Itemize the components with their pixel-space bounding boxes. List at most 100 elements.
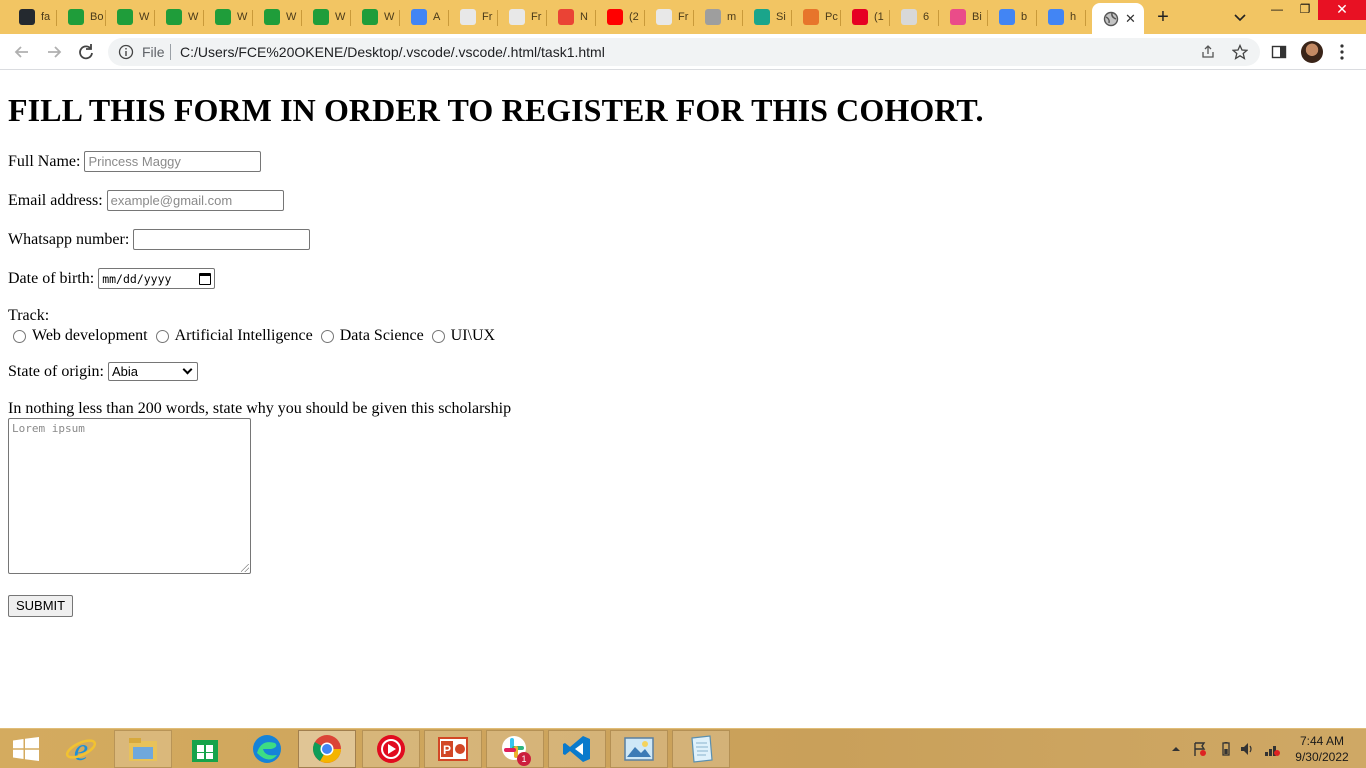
browser-tab[interactable]: W xyxy=(351,4,400,30)
tab-title: W xyxy=(139,11,150,23)
url-divider xyxy=(170,44,171,60)
browser-tab[interactable]: (2 xyxy=(596,4,645,30)
essay-label-row: In nothing less than 200 words, state wh… xyxy=(8,400,511,418)
vscode-icon[interactable] xyxy=(548,730,606,768)
submit-button[interactable]: SUBMIT xyxy=(8,595,74,617)
ie-icon[interactable]: e xyxy=(52,730,110,768)
share-icon[interactable] xyxy=(1200,44,1216,60)
browser-tab[interactable]: Fr xyxy=(645,4,694,30)
photos-icon[interactable] xyxy=(610,730,668,768)
tab-title: Fr xyxy=(678,11,689,23)
network-icon[interactable] xyxy=(1264,741,1280,757)
page-title: FILL THIS FORM IN ORDER TO REGISTER FOR … xyxy=(8,92,984,128)
system-clock[interactable]: 7:44 AM 9/30/2022 xyxy=(1290,733,1354,765)
file-explorer-icon[interactable] xyxy=(114,730,172,768)
browser-tab[interactable]: W xyxy=(204,4,253,30)
media-player-icon[interactable] xyxy=(362,730,420,768)
tab-title: b xyxy=(1021,11,1028,23)
tab-title: W xyxy=(188,11,199,23)
browser-tab[interactable]: m xyxy=(694,4,743,30)
info-icon[interactable] xyxy=(118,44,134,60)
browser-tab[interactable]: h xyxy=(1037,4,1086,30)
volume-icon[interactable] xyxy=(1239,741,1255,757)
browser-tab[interactable]: W xyxy=(106,4,155,30)
browser-tab[interactable]: W xyxy=(155,4,204,30)
radio-label: Artificial Intelligence xyxy=(174,327,313,344)
slack-icon[interactable]: 1 xyxy=(486,730,544,768)
tab-active[interactable]: ✕ xyxy=(1092,3,1144,34)
side-panel-icon[interactable] xyxy=(1271,44,1287,60)
tab-title: Si xyxy=(776,11,786,23)
browser-tab[interactable]: Bo xyxy=(57,4,106,30)
tab-title: A xyxy=(433,11,441,23)
back-icon[interactable] xyxy=(12,42,32,62)
pinterest-icon xyxy=(852,9,868,25)
radio-data-science[interactable] xyxy=(320,329,334,343)
whatsapp-input[interactable] xyxy=(133,229,311,250)
email-row: Email address: xyxy=(8,190,284,211)
tab-title: W xyxy=(286,11,297,23)
browser-tab[interactable]: N xyxy=(547,4,596,30)
browser-tab[interactable]: fa xyxy=(8,4,57,30)
w-icon xyxy=(68,9,84,25)
resize-grip-icon[interactable] xyxy=(241,564,249,572)
browser-tab[interactable]: W xyxy=(302,4,351,30)
radio-artificial-intelligence[interactable] xyxy=(155,329,169,343)
chrome-icon[interactable] xyxy=(298,730,356,768)
smile-icon xyxy=(509,9,525,25)
slack-badge: 1 xyxy=(517,752,531,766)
browser-toolbar: File C:/Users/FCE%20OKENE/Desktop/.vscod… xyxy=(0,34,1366,70)
browser-tab[interactable]: Pc xyxy=(792,4,841,30)
address-bar[interactable]: File C:/Users/FCE%20OKENE/Desktop/.vscod… xyxy=(108,38,1260,66)
tab-title: W xyxy=(335,11,346,23)
w-icon xyxy=(166,9,182,25)
file-scheme-label: File xyxy=(142,44,165,60)
full-name-input[interactable] xyxy=(84,151,262,172)
browser-tab[interactable]: 6 xyxy=(890,4,939,30)
browser-tab[interactable]: Si xyxy=(743,4,792,30)
browser-tab[interactable]: W xyxy=(253,4,302,30)
browser-tab[interactable]: (1 xyxy=(841,4,890,30)
radio-web-development[interactable] xyxy=(13,329,26,343)
reload-icon[interactable] xyxy=(76,42,96,62)
chevron-up-icon[interactable] xyxy=(1168,741,1184,757)
browser-tab[interactable]: Bi xyxy=(939,4,988,30)
store-icon[interactable] xyxy=(176,730,234,768)
action-center-flag-icon[interactable] xyxy=(1192,741,1208,757)
powerpoint-icon[interactable]: P xyxy=(424,730,482,768)
tab-title: N xyxy=(580,11,588,23)
browser-tab[interactable]: A xyxy=(400,4,449,30)
url-text[interactable]: C:/Users/FCE%20OKENE/Desktop/.vscode/.vs… xyxy=(180,44,605,60)
edge-icon[interactable] xyxy=(238,730,296,768)
w-icon xyxy=(313,9,329,25)
tab-title: h xyxy=(1070,11,1077,23)
profile-avatar[interactable] xyxy=(1301,41,1323,63)
calendar-icon[interactable] xyxy=(199,272,212,285)
youtube-icon xyxy=(607,9,623,25)
close-window-button[interactable]: ✕ xyxy=(1318,0,1366,20)
state-row: State of origin: Abia xyxy=(8,362,198,381)
restore-button[interactable]: ❐ xyxy=(1290,0,1320,20)
email-input[interactable] xyxy=(106,190,284,211)
google-icon xyxy=(999,9,1015,25)
date-of-birth-input[interactable]: mm/dd/yyyy xyxy=(98,268,216,289)
start-button[interactable] xyxy=(6,730,46,768)
radio-ui-ux[interactable] xyxy=(431,329,445,343)
translate-icon xyxy=(411,9,427,25)
new-tab-button[interactable]: + xyxy=(1152,6,1174,28)
close-tab-icon[interactable]: ✕ xyxy=(1125,11,1136,27)
tab-title: (2 xyxy=(629,11,639,23)
browser-tab[interactable]: Fr xyxy=(498,4,547,30)
whatsapp-row: Whatsapp number: xyxy=(8,229,311,250)
minimize-button[interactable]: — xyxy=(1262,0,1292,20)
state-select[interactable]: Abia xyxy=(107,362,198,381)
forward-icon[interactable] xyxy=(44,42,64,62)
browser-tab[interactable]: Fr xyxy=(449,4,498,30)
menu-dots-icon[interactable] xyxy=(1339,42,1345,62)
essay-textarea[interactable]: Lorem ipsum xyxy=(8,418,251,574)
battery-icon[interactable] xyxy=(1218,741,1234,757)
browser-tab[interactable]: b xyxy=(988,4,1037,30)
chevron-down-icon[interactable] xyxy=(1232,9,1248,25)
notepad-icon[interactable] xyxy=(672,730,730,768)
bookmark-star-icon[interactable] xyxy=(1232,44,1248,60)
